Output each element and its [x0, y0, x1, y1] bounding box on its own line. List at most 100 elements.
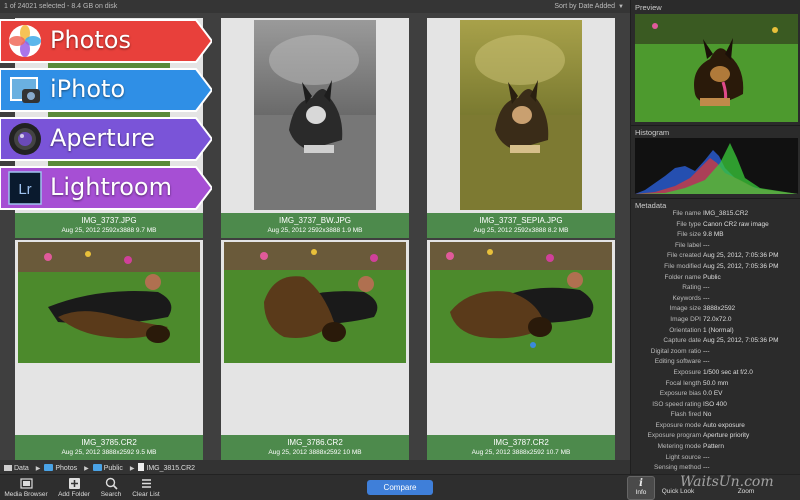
metadata-row: Image DPI 72.0x72.0 — [631, 316, 800, 327]
photo-card[interactable]: IMG_3785.CR2 Aug 25, 2012 3888x2592 9.5 … — [15, 240, 203, 460]
metadata-value: 50.0 mm — [703, 379, 729, 387]
add-folder-button[interactable]: Add Folder — [55, 477, 93, 498]
histogram-title: Histogram — [635, 128, 670, 137]
metadata-row: Editing software --- — [631, 358, 800, 369]
media-browser-button[interactable]: Media Browser — [4, 477, 48, 498]
metadata-value: 72.0x72.0 — [703, 315, 732, 323]
search-button[interactable]: Search — [97, 477, 125, 498]
photo-caption: IMG_3737.JPG Aug 25, 2012 2592x3888 9.7 … — [15, 213, 203, 238]
metadata-value: --- — [703, 464, 710, 472]
metadata-key: Keywords — [672, 294, 701, 302]
search-icon — [105, 477, 118, 490]
photo-caption: IMG_3787.CR2 Aug 25, 2012 3888x2592 10.7… — [427, 435, 615, 460]
lightroom-banner: Lr Lightroom — [0, 165, 212, 211]
aperture-banner: Aperture — [0, 116, 212, 162]
photo-frame — [221, 18, 409, 213]
metadata-row: ISO speed rating ISO 400 — [631, 401, 800, 412]
compare-button[interactable]: Compare — [367, 480, 433, 495]
clear-list-button[interactable]: Clear List — [129, 477, 163, 498]
metadata-value: --- — [703, 241, 710, 249]
photo-frame — [221, 240, 409, 435]
photo-card[interactable]: IMG_3737_SEPIA.JPG Aug 25, 2012 2592x388… — [427, 18, 615, 238]
photo-frame — [427, 18, 615, 213]
metadata-row: Focal length 50.0 mm — [631, 380, 800, 391]
photo-thumbnail — [224, 242, 406, 363]
photo-caption: IMG_3737_SEPIA.JPG Aug 25, 2012 2592x388… — [427, 213, 615, 238]
metadata-value: No — [703, 411, 712, 419]
metadata-row: File type Canon CR2 raw image — [631, 221, 800, 232]
info-icon: i — [639, 478, 643, 489]
metadata-key: Orientation — [669, 326, 701, 334]
metadata-key: Exposure bias — [659, 390, 701, 398]
divider — [631, 125, 800, 126]
photo-thumbnail — [460, 20, 582, 210]
info-label: Info — [635, 489, 647, 496]
app-window: 1 of 24021 selected - 8.4 GB on disk Sor… — [0, 0, 800, 500]
metadata-value: 1 (Normal) — [703, 326, 734, 334]
metadata-row: Capture date Aug 25, 2012, 7:05:36 PM — [631, 337, 800, 348]
metadata-row: Keywords --- — [631, 295, 800, 306]
metadata-value: Aug 25, 2012, 7:05:36 PM — [703, 252, 779, 260]
metadata-value: 9.8 MB — [703, 231, 724, 239]
photo-thumbnail — [254, 20, 376, 210]
breadcrumb-item[interactable]: Public — [92, 464, 125, 472]
metadata-value: 0.0 EV — [703, 390, 723, 398]
metadata-key: Digital zoom ratio — [650, 347, 701, 355]
metadata-value: Canon CR2 raw image — [703, 220, 769, 228]
metadata-key: Editing software — [654, 358, 701, 366]
metadata-key: Image size — [669, 305, 701, 313]
breadcrumb-item[interactable]: Data — [4, 465, 31, 472]
banner-label: Lightroom — [50, 173, 172, 201]
lightroom-icon-text: Lr — [18, 181, 31, 198]
metadata-key: Flash fired — [670, 411, 701, 419]
chevron-right-icon: ▶ — [35, 466, 41, 472]
metadata-key: File label — [674, 241, 701, 249]
photo-card[interactable]: IMG_3786.CR2 Aug 25, 2012 3888x2592 10 M… — [221, 240, 409, 460]
metadata-row: File size 9.8 MB — [631, 231, 800, 242]
photo-meta: Aug 25, 2012 3888x2592 10 MB — [268, 449, 362, 456]
photo-meta: Aug 25, 2012 2592x3888 1.9 MB — [267, 227, 363, 234]
photo-thumbnail — [430, 242, 612, 363]
breadcrumb-item[interactable]: Photos — [44, 464, 79, 472]
breadcrumb-item[interactable]: IMG_3815.CR2 — [138, 463, 197, 472]
metadata-value: Pattern — [703, 443, 724, 451]
add-icon — [68, 477, 81, 490]
status-bar: 1 of 24021 selected - 8.4 GB on disk Sor… — [0, 0, 630, 13]
metadata-value: Aug 25, 2012, 7:05:36 PM — [703, 262, 779, 270]
metadata-key: Focal length — [665, 379, 701, 387]
metadata-row: File label --- — [631, 242, 800, 253]
info-button[interactable]: i Info — [627, 476, 655, 500]
metadata-value: IMG_3815.CR2 — [703, 210, 749, 217]
file-icon — [138, 463, 145, 471]
photo-meta: Aug 25, 2012 2592x3888 9.7 MB — [61, 227, 157, 234]
photo-frame — [427, 240, 615, 435]
metadata-row: Image size 3888x2592 — [631, 305, 800, 316]
photo-meta: Aug 25, 2012 3888x2592 9.5 MB — [61, 449, 157, 456]
banner-label: Photos — [50, 26, 131, 54]
metadata-key: Capture date — [663, 337, 701, 345]
metadata-row: Exposure program Aperture priority — [631, 432, 800, 443]
add-folder-label: Add Folder — [58, 491, 90, 498]
metadata-key: Image DPI — [670, 315, 701, 323]
metadata-key: Exposure program — [647, 432, 701, 440]
metadata-value: ISO 400 — [703, 400, 727, 408]
photo-filename: IMG_3737_BW.JPG — [278, 216, 352, 225]
metadata-key: Rating — [682, 284, 701, 292]
banner-label: Aperture — [50, 124, 156, 152]
metadata-row: Digital zoom ratio --- — [631, 348, 800, 359]
photo-filename: IMG_3785.CR2 — [81, 438, 137, 447]
metadata-row: Folder name Public — [631, 274, 800, 285]
metadata-row: Metering mode Pattern — [631, 443, 800, 454]
photo-card[interactable]: IMG_3787.CR2 Aug 25, 2012 3888x2592 10.7… — [427, 240, 615, 460]
chevron-right-icon: ▶ — [129, 466, 135, 472]
photo-thumbnail — [18, 242, 200, 363]
metadata-list: File name IMG_3815.CR2 File type Canon CR2 … — [631, 210, 800, 475]
metadata-row: Light source --- — [631, 454, 800, 465]
sort-dropdown[interactable]: Sort by Date Added ▼ — [554, 3, 624, 10]
photo-card[interactable]: IMG_3737_BW.JPG Aug 25, 2012 2592x3888 1… — [221, 18, 409, 238]
photo-caption: IMG_3737_BW.JPG Aug 25, 2012 2592x3888 1… — [221, 213, 409, 238]
metadata-value: --- — [703, 347, 710, 355]
metadata-value: --- — [703, 453, 710, 461]
metadata-key: File modified — [664, 262, 701, 270]
histogram — [635, 138, 798, 194]
